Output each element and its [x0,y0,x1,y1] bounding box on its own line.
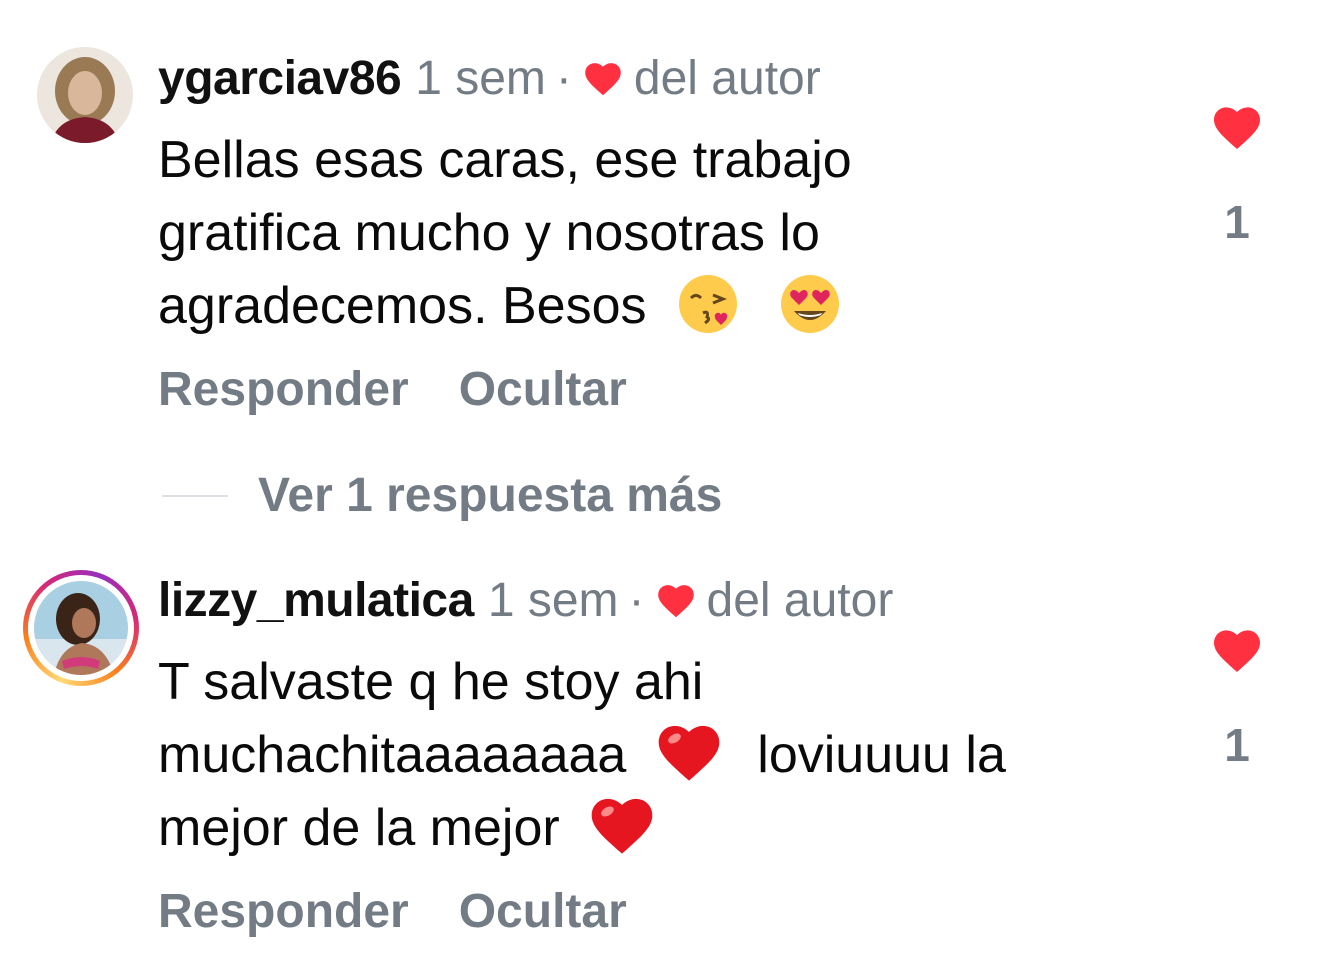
comment-text: Bellas esas caras, ese trabajo gratifica… [158,124,852,343]
author-heart-icon [585,63,621,96]
red-heart-icon [591,799,653,854]
comment-actions: Responder Ocultar [158,884,627,939]
author-heart-icon [657,585,694,618]
comment-text-line: muchachitaaaaaaaa loviuuuu la [158,726,1006,784]
hide-button[interactable]: Ocultar [459,884,627,939]
avatar-photo [37,47,133,143]
like-count[interactable]: 1 [1195,717,1279,773]
comment-header: ygarciav86 1 sem · del autor [158,51,821,107]
separator: · [555,52,572,105]
username[interactable]: lizzy_mulatica [158,573,474,629]
comment-text-line: gratifica mucho y nosotras lo [158,204,820,262]
like-column: 1 [1195,106,1279,250]
replies-divider-line [162,494,228,497]
like-column: 1 [1195,629,1279,773]
author-like-label: del autor [633,52,821,105]
username[interactable]: ygarciav86 [158,51,402,107]
avatar-photo [34,581,128,675]
like-heart-icon[interactable] [1213,629,1261,673]
comment-text-line: mejor de la mejor [158,792,1006,865]
avatar[interactable] [23,570,139,686]
red-heart-icon [658,726,720,781]
like-count[interactable]: 1 [1195,194,1279,250]
comment-text-line: agradecemos. Besos [158,270,852,343]
face-blowing-kiss-icon [678,275,737,334]
view-replies-button[interactable]: Ver 1 respuesta más [162,468,722,523]
reply-button[interactable]: Responder [158,884,409,939]
comment-text-line: T salvaste q he stoy ahi [158,653,704,711]
reply-button[interactable]: Responder [158,362,409,417]
separator: · [628,574,645,627]
timestamp: 1 sem [487,574,619,627]
smiling-face-heart-eyes-icon [781,275,840,334]
comment-header: lizzy_mulatica 1 sem · del autor [158,573,893,629]
author-like-label: del autor [706,574,894,627]
comment-text: T salvaste q he stoy ahi muchachitaaaaaa… [158,646,1006,865]
timestamp: 1 sem [415,52,546,105]
comment-text-line: Bellas esas caras, ese trabajo [158,131,852,189]
comment-actions: Responder Ocultar [158,362,627,417]
hide-button[interactable]: Ocultar [459,362,627,417]
avatar[interactable] [37,47,133,143]
view-replies-label: Ver 1 respuesta más [258,469,723,522]
like-heart-icon[interactable] [1213,106,1261,150]
